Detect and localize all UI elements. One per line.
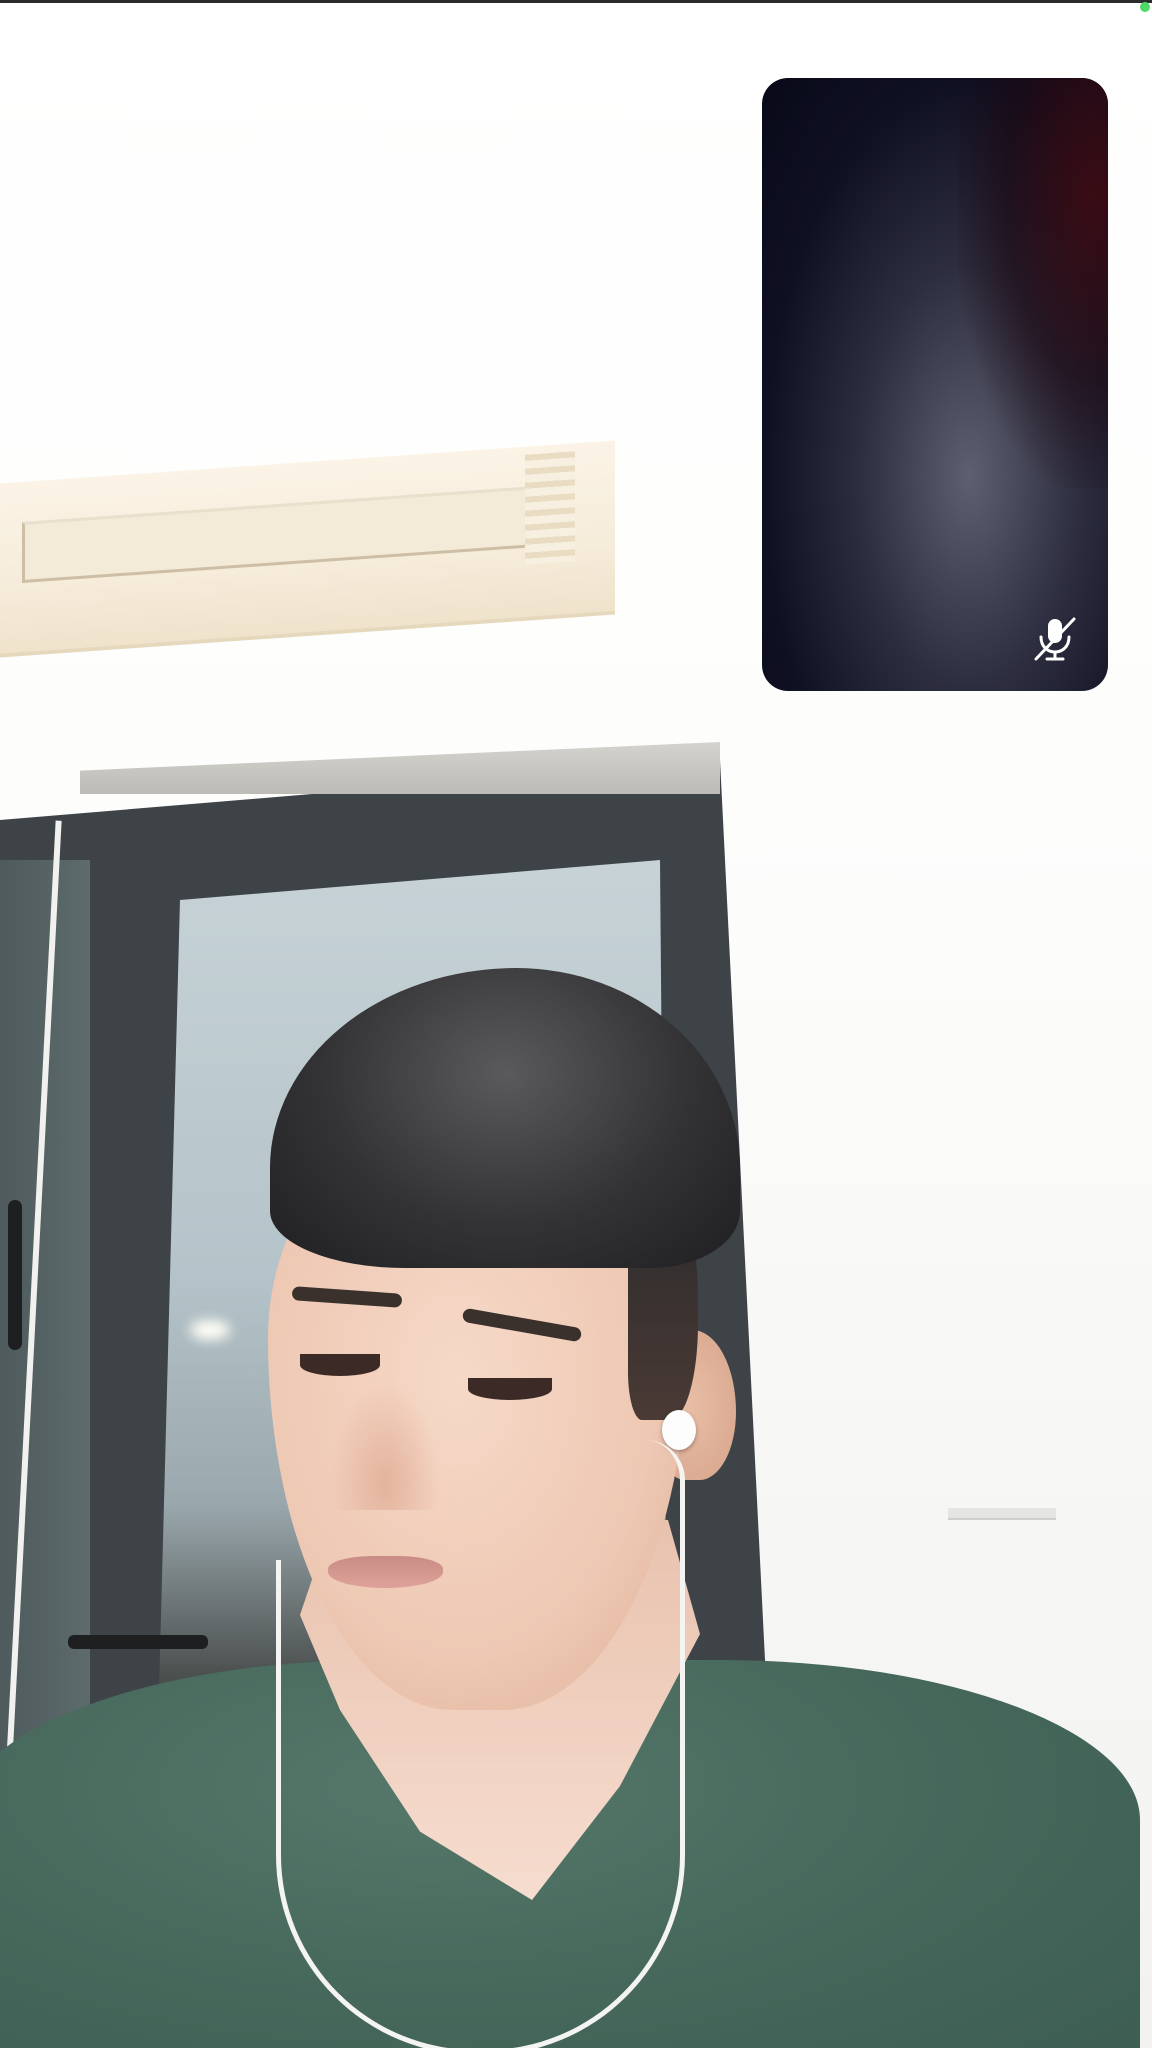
air-conditioner — [0, 440, 615, 658]
door-handle — [8, 1200, 22, 1350]
eye-right — [468, 1378, 552, 1400]
wall-switch-plate — [948, 1508, 1056, 1520]
reflected-light — [190, 1320, 230, 1340]
self-view-pip[interactable] — [762, 78, 1108, 691]
door-handle-lower — [68, 1635, 208, 1649]
door-lintel — [80, 742, 720, 794]
top-edge — [0, 0, 1152, 3]
eye-left — [300, 1354, 380, 1376]
mic-muted-icon[interactable] — [1030, 613, 1080, 663]
earphone-wire-right — [470, 1440, 685, 2048]
earbud — [662, 1410, 696, 1450]
status-indicator-dot — [1140, 2, 1150, 12]
video-call-screen — [0, 0, 1152, 2048]
person-nose — [330, 1380, 440, 1510]
